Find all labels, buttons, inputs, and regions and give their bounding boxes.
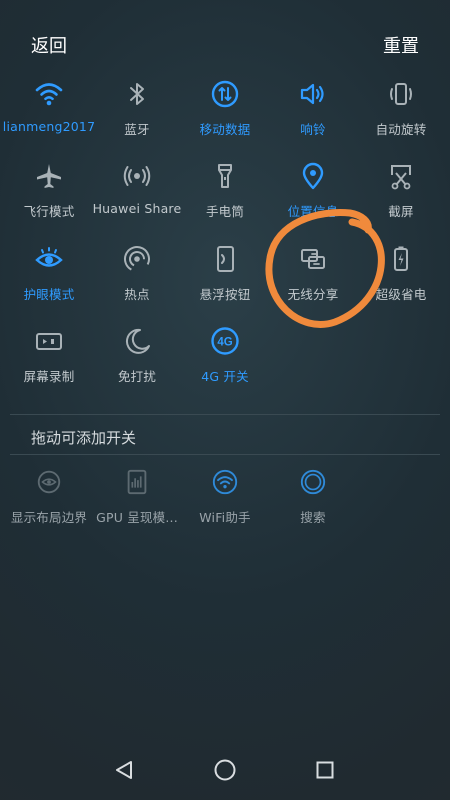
tile-bluetooth[interactable]: 蓝牙	[92, 78, 182, 148]
nav-home-icon[interactable]	[205, 750, 245, 790]
wifi-icon	[33, 78, 65, 110]
airplane-icon	[33, 160, 65, 192]
section-divider-bottom	[10, 454, 440, 455]
section-divider-top	[10, 414, 440, 415]
tile-label: 飞行模式	[23, 204, 75, 219]
tile-sound[interactable]: 响铃	[268, 78, 358, 148]
tile-screen-record[interactable]: 屏幕录制	[4, 325, 94, 395]
tile-label: 蓝牙	[124, 122, 150, 137]
tile-hotspot[interactable]: 热点	[92, 243, 182, 313]
tile-wireless-share[interactable]: 无线分享	[268, 243, 358, 313]
tile-do-not-disturb[interactable]: 免打扰	[92, 325, 182, 395]
tile-label: 屏幕录制	[23, 369, 75, 384]
tile-location[interactable]: 位置信息	[268, 160, 358, 230]
addable-gpu-render[interactable]: GPU 呈现模...	[92, 466, 182, 536]
tile-huawei-share[interactable]: Huawei Share	[92, 160, 182, 230]
wireless-share-icon	[297, 243, 329, 275]
search-icon	[297, 466, 329, 498]
sound-icon	[297, 78, 329, 110]
tile-label: WiFi助手	[199, 510, 251, 525]
tile-label: Huawei Share	[92, 201, 182, 216]
location-icon	[297, 160, 329, 192]
tile-label: lianmeng2017	[2, 119, 96, 134]
screenshot-icon	[385, 160, 417, 192]
tile-label: 截屏	[388, 204, 414, 219]
bluetooth-icon	[121, 78, 153, 110]
tile-label: 自动旋转	[375, 122, 427, 137]
tile-flashlight[interactable]: 手电筒	[180, 160, 270, 230]
tile-label: 护眼模式	[23, 287, 75, 302]
tile-airplane[interactable]: 飞行模式	[4, 160, 94, 230]
screen-record-icon	[33, 325, 65, 357]
tile-4g[interactable]: 4G 4G 开关	[180, 325, 270, 395]
tile-label: GPU 呈现模...	[96, 510, 178, 525]
layout-bounds-icon	[33, 466, 65, 498]
battery-saver-icon	[385, 243, 417, 275]
auto-rotate-icon	[385, 78, 417, 110]
tile-label: 超级省电	[375, 287, 427, 302]
huawei-share-icon	[121, 160, 153, 192]
tile-wifi[interactable]: lianmeng2017	[2, 78, 96, 148]
gpu-render-icon	[121, 466, 153, 498]
tile-auto-rotate[interactable]: 自动旋转	[356, 78, 446, 148]
do-not-disturb-icon	[121, 325, 153, 357]
tile-floating-button[interactable]: 悬浮按钮	[180, 243, 270, 313]
4g-icon-text: 4G	[217, 337, 232, 349]
4g-icon: 4G	[209, 325, 241, 357]
tile-screenshot[interactable]: 截屏	[356, 160, 446, 230]
tile-label: 手电筒	[205, 204, 245, 219]
tile-label: 移动数据	[199, 122, 251, 137]
wifi-assistant-icon	[209, 466, 241, 498]
tile-label: 热点	[124, 287, 150, 302]
tile-eye-comfort[interactable]: 护眼模式	[4, 243, 94, 313]
tile-label: 位置信息	[287, 204, 339, 219]
tile-label: 显示布局边界	[10, 510, 88, 525]
addable-section-title: 拖动可添加开关	[31, 429, 137, 447]
tile-label: 无线分享	[287, 287, 339, 302]
tile-label: 响铃	[300, 122, 326, 137]
tile-mobile-data[interactable]: 移动数据	[180, 78, 270, 148]
tile-label: 4G 开关	[201, 369, 249, 384]
floating-button-icon	[209, 243, 241, 275]
flashlight-icon	[209, 160, 241, 192]
hotspot-icon	[121, 243, 153, 275]
tile-label: 免打扰	[117, 369, 157, 384]
navigation-bar	[0, 740, 450, 800]
tile-label: 搜索	[300, 510, 326, 525]
addable-wifi-assistant[interactable]: WiFi助手	[180, 466, 270, 536]
nav-back-icon[interactable]	[104, 750, 144, 790]
tile-battery-saver[interactable]: 超级省电	[356, 243, 446, 313]
nav-recents-icon[interactable]	[305, 750, 345, 790]
addable-search[interactable]: 搜索	[268, 466, 358, 536]
addable-layout-bounds[interactable]: 显示布局边界	[4, 466, 94, 536]
mobile-data-icon	[209, 78, 241, 110]
tile-label: 悬浮按钮	[199, 287, 251, 302]
toggle-grid: lianmeng2017 蓝牙 移动数据 响铃 自动旋转 飞行模式 Huawei…	[0, 0, 450, 410]
eye-comfort-icon	[33, 243, 65, 275]
